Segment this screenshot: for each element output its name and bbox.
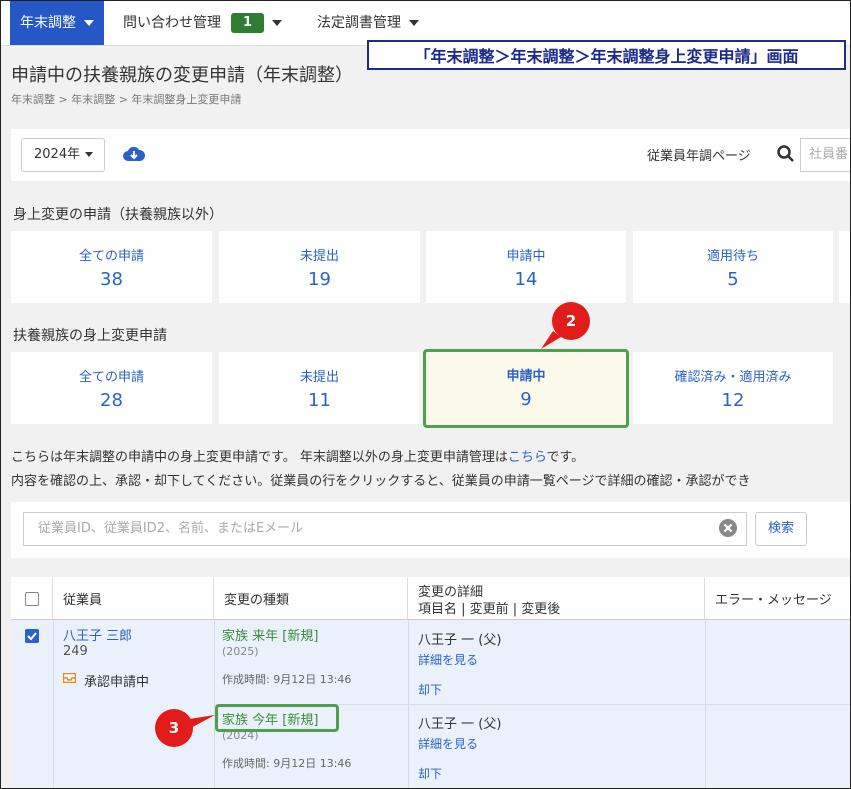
card-count: 19	[308, 269, 331, 290]
section-title-dependent: 扶養親族の身上変更申請	[13, 328, 167, 344]
approval-status: 承認申請中	[84, 675, 150, 690]
header-employee: 従業員	[53, 577, 214, 620]
page-title: 申請中の扶養親族の変更申請（年末調整）	[11, 65, 353, 86]
reject-link[interactable]: 却下	[418, 681, 442, 698]
card-label: 全ての申請	[78, 370, 144, 385]
caret-down-icon	[85, 152, 94, 157]
inquiry-count-badge: 1	[231, 13, 265, 33]
section-title-non-dependent: 身上変更の申請（扶養親族以外）	[13, 207, 223, 223]
card-label: 申請中	[506, 249, 546, 264]
employee-page-label: 従業員年調ページ	[647, 149, 751, 164]
employee-id: 249	[63, 644, 88, 659]
card-label: 確認済み・適用済み	[674, 370, 792, 385]
family-member-name: 八王子 一 (父)	[418, 717, 502, 732]
card-label: 全ての申請	[78, 249, 144, 264]
marker-pointer	[541, 331, 561, 349]
info-text: こちらは年末調整の申請中の身上変更申請です。 年末調整以外の身上変更申請管理は	[11, 450, 508, 465]
screen-callout: 「年末調整＞年末調整＞年末調整身上変更申請」画面	[367, 40, 846, 70]
card-label: 適用待ち	[706, 249, 759, 264]
year-select-value: 2024年	[34, 147, 81, 162]
change-type-link[interactable]: 家族 来年 [新規]	[222, 625, 318, 644]
nav-statutory-documents[interactable]: 法定調書管理	[317, 1, 419, 45]
view-detail-link[interactable]: 詳細を見る	[418, 735, 478, 752]
card-count: 11	[308, 390, 331, 411]
toolbar: 2024年 従業員年調ページ 社員番	[11, 129, 850, 181]
year-select[interactable]: 2024年	[21, 138, 105, 172]
family-member-name: 八王子 一 (父)	[418, 633, 502, 648]
card-not-submitted[interactable]: 未提出 11	[219, 352, 420, 424]
change-year: (2025)	[222, 645, 259, 658]
card-pending-application[interactable]: 適用待ち 5	[633, 231, 833, 303]
info-line-1: こちらは年末調整の申請中の身上変更申請です。 年末調整以外の身上変更申請管理はこ…	[11, 446, 584, 465]
select-all-checkbox[interactable]	[25, 592, 39, 606]
card-partial[interactable]	[839, 231, 850, 303]
card-count: 38	[100, 269, 123, 290]
card-all-applications[interactable]: 全ての申請 38	[11, 231, 212, 303]
header-select	[11, 577, 53, 620]
header-sublabel: 項目名 | 変更前 | 変更後	[418, 602, 561, 617]
card-count: 5	[727, 269, 739, 290]
header-label: 従業員	[63, 593, 103, 608]
nav-inquiry-management[interactable]: 問い合わせ管理 1	[123, 1, 283, 45]
row-checkbox[interactable]	[25, 629, 39, 643]
nav-label: 問い合わせ管理	[123, 15, 221, 31]
filter-search-input[interactable]: 従業員ID、従業員ID2、名前、またはEメール	[23, 512, 747, 546]
card-count: 28	[100, 390, 123, 411]
card-label: 未提出	[299, 370, 339, 385]
header-change-type: 変更の種類	[214, 577, 408, 620]
screen: 年末調整 問い合わせ管理 1 法定調書管理 「年末調整＞年末調整＞年末調整身上変更…	[0, 0, 851, 789]
header-change-detail: 変更の詳細 項目名 | 変更前 | 変更後	[408, 577, 705, 620]
view-detail-link[interactable]: 詳細を見る	[418, 651, 478, 668]
nav-label: 法定調書管理	[317, 15, 401, 31]
step-marker-3: 3	[155, 709, 193, 747]
card-count: 12	[721, 390, 745, 411]
other-applications-link[interactable]: こちら	[508, 450, 547, 465]
column-divider	[53, 620, 54, 788]
search-icon[interactable]	[777, 145, 795, 163]
info-line-2: 内容を確認の上、承認・却下してください。従業員の行をクリックすると、従業員の申請…	[11, 474, 751, 489]
caret-down-icon	[409, 20, 419, 26]
highlight-frame	[215, 704, 339, 732]
created-time: 作成時間: 9月12日 13:46	[222, 673, 352, 686]
inbox-icon	[63, 673, 76, 683]
card-label: 未提出	[299, 249, 339, 264]
card-all-applications[interactable]: 全ての申請 28	[11, 352, 212, 424]
search-button[interactable]: 検索	[755, 512, 807, 546]
caret-down-icon	[84, 20, 94, 26]
card-applying[interactable]: 申請中 14	[426, 231, 626, 303]
employee-search-input[interactable]: 社員番	[800, 138, 850, 172]
employee-name-link[interactable]: 八王子 三郎	[63, 625, 132, 644]
header-error-message: エラー・メッセージ	[705, 577, 850, 620]
card-confirmed-applied[interactable]: 確認済み・適用済み 12	[633, 352, 833, 424]
card-count: 9	[520, 389, 532, 410]
check-icon	[27, 632, 37, 641]
table-row[interactable]: 八王子 三郎 249 承認申請中 家族 来年 [新規] (2025) 作成時間:…	[11, 620, 850, 788]
header-label: 変更の種類	[224, 593, 290, 608]
breadcrumb[interactable]: 年末調整 > 年末調整 > 年末調整身上変更申請	[11, 91, 241, 107]
cloud-download-icon[interactable]	[123, 145, 145, 163]
marker-pointer	[189, 715, 215, 729]
created-time: 作成時間: 9月12日 13:46	[222, 757, 352, 770]
caret-down-icon	[272, 20, 283, 26]
header-label: エラー・メッセージ	[715, 593, 832, 608]
info-text: です。	[546, 450, 585, 465]
card-applying-selected[interactable]: 申請中 9	[423, 349, 629, 428]
filter-panel: 従業員ID、従業員ID2、名前、またはEメール 検索	[11, 502, 850, 558]
applications-table: 従業員 変更の種類 変更の詳細 項目名 | 変更前 | 変更後 エラー・メッセー…	[11, 577, 850, 788]
clear-icon[interactable]	[719, 519, 737, 537]
nav-year-end-adjustment[interactable]: 年末調整	[10, 1, 104, 45]
reject-link[interactable]: 却下	[418, 765, 442, 782]
nav-label: 年末調整	[20, 15, 76, 31]
card-not-submitted[interactable]: 未提出 19	[219, 231, 420, 303]
card-count: 14	[514, 269, 538, 290]
card-label: 申請中	[506, 369, 546, 384]
